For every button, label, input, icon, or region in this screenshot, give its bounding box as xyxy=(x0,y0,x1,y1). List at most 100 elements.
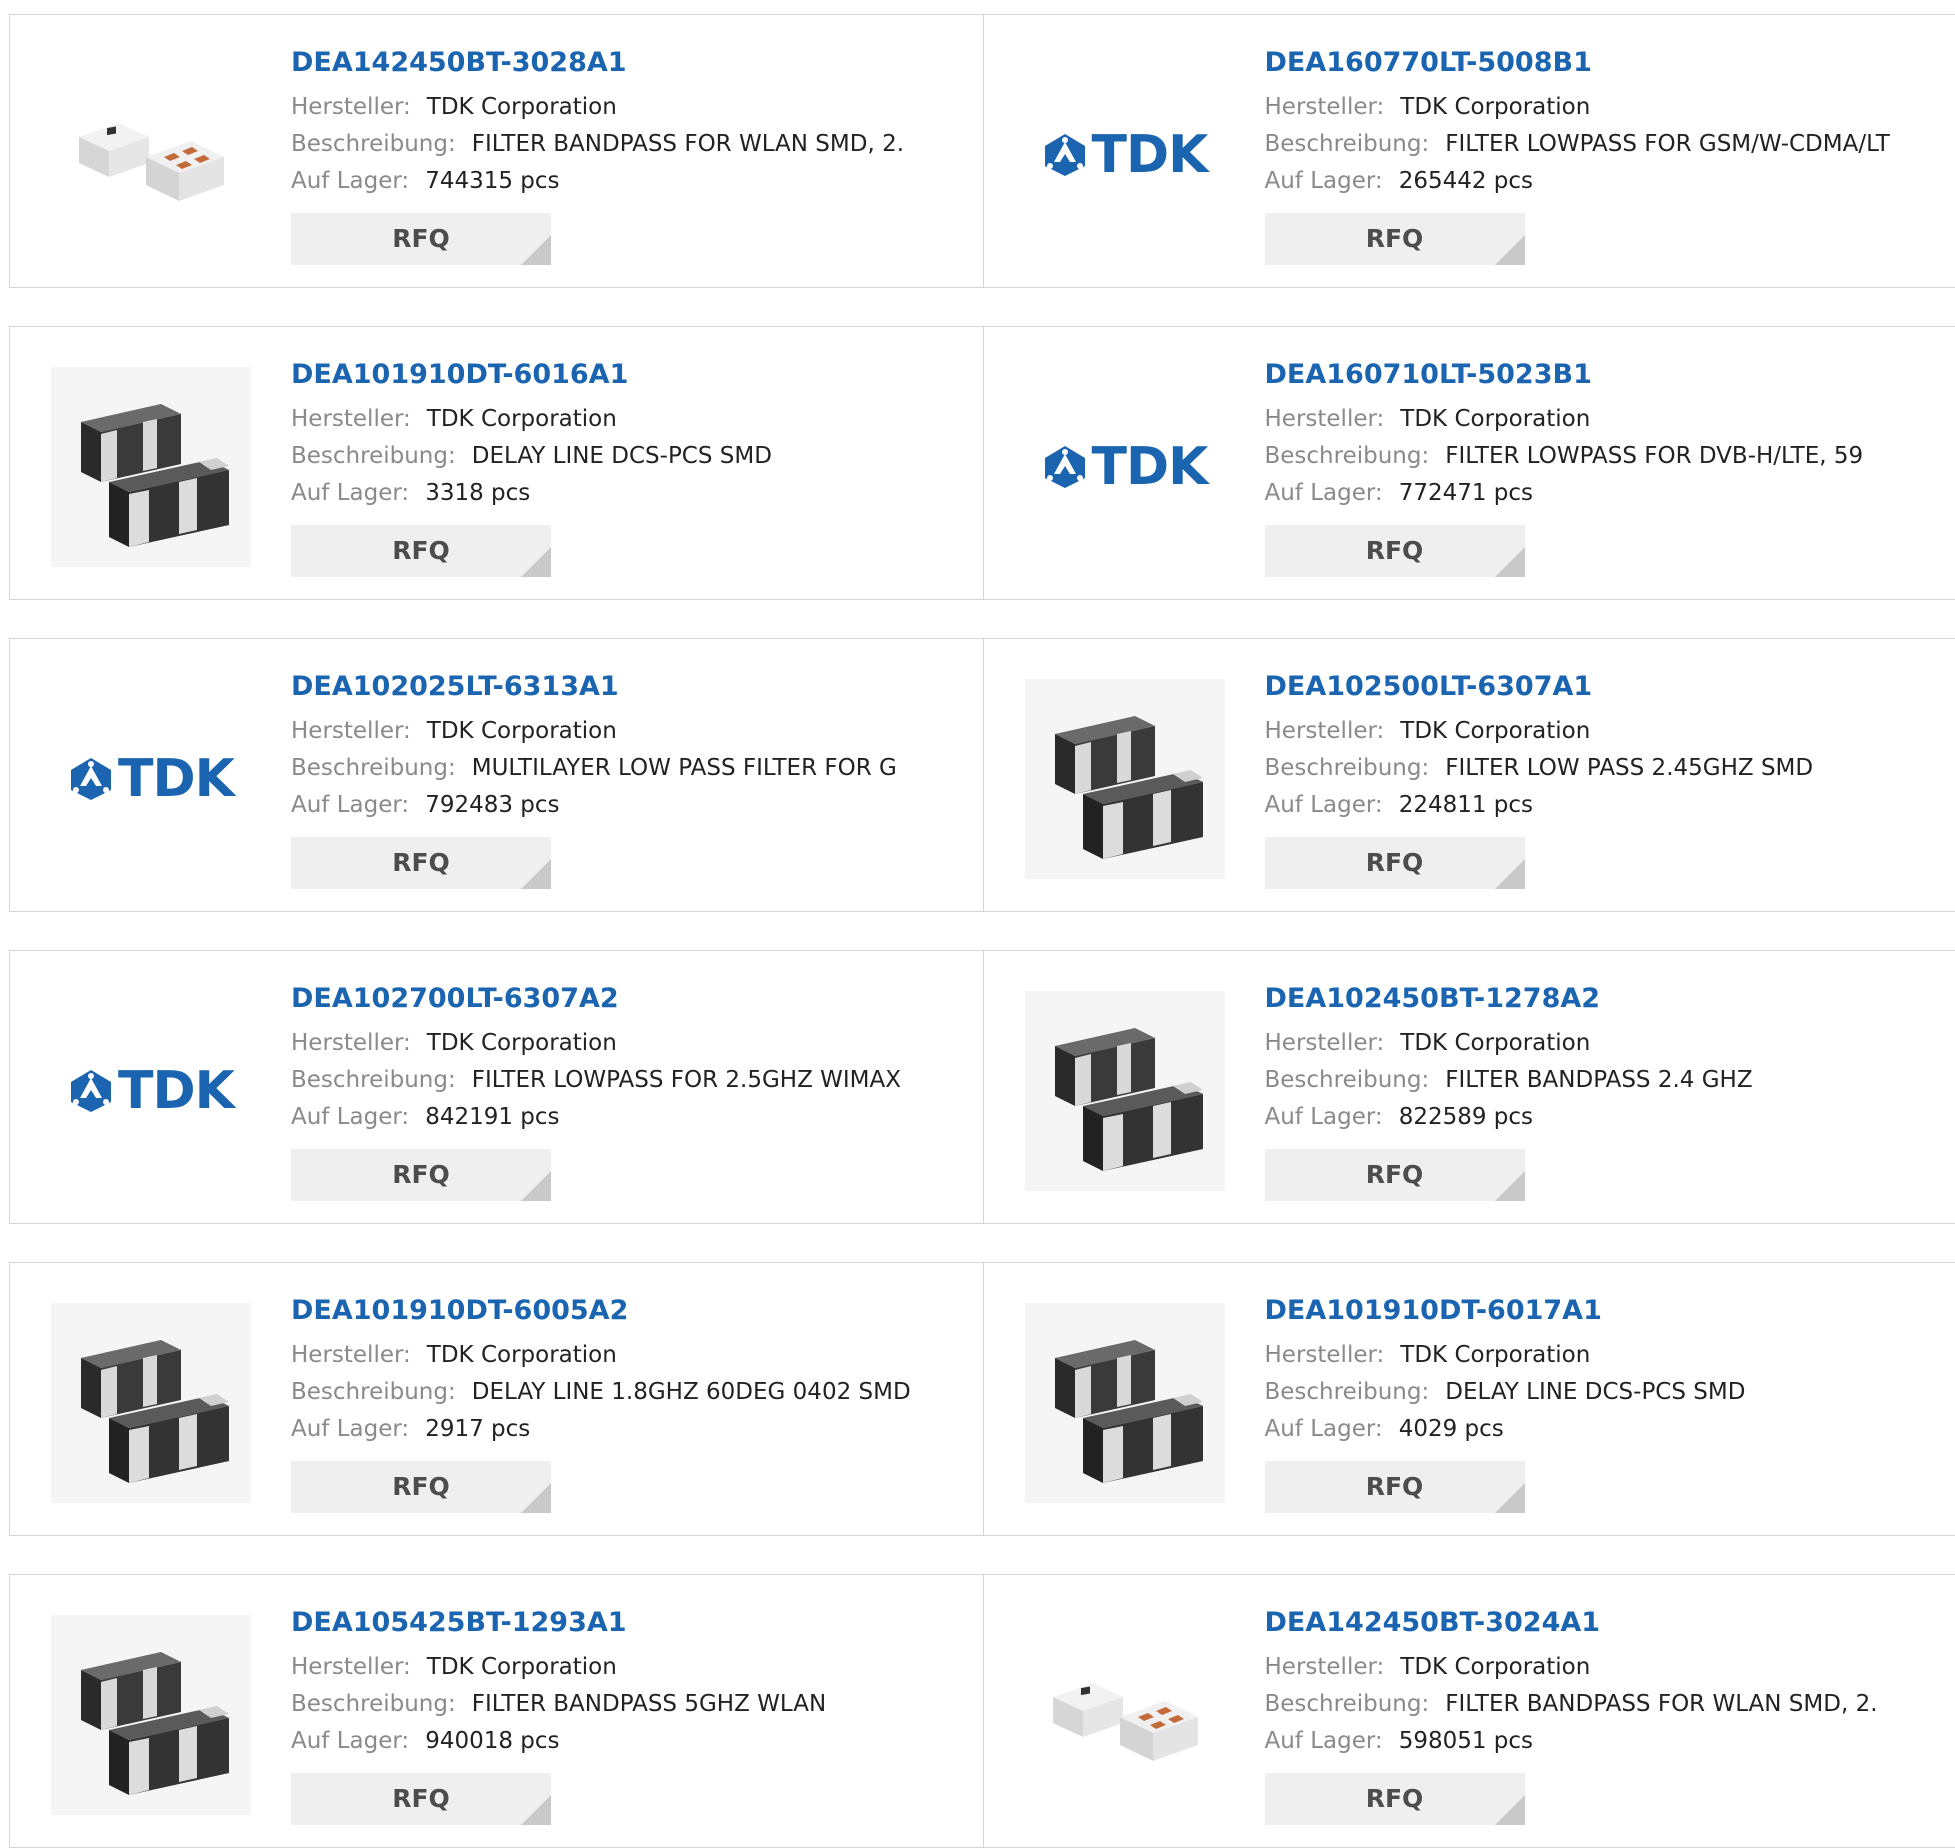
part-number-link[interactable]: DEA102450BT-1278A2 xyxy=(1265,981,1753,1017)
smd-component-image xyxy=(61,1625,241,1805)
part-number-link[interactable]: DEA160710LT-5023B1 xyxy=(1265,357,1864,393)
rfq-button[interactable]: RFQ xyxy=(1265,837,1525,889)
stock-row: Auf Lager:792483 pcs xyxy=(291,787,897,824)
product-thumbnail[interactable] xyxy=(51,1615,251,1815)
smd-component-image xyxy=(61,95,241,215)
description-value: DELAY LINE DCS-PCS SMD xyxy=(1445,1379,1745,1405)
rfq-button[interactable]: RFQ xyxy=(291,525,551,577)
manufacturer-label: Hersteller: xyxy=(291,718,411,744)
product-thumbnail[interactable]: TDK xyxy=(51,991,251,1191)
stock-label: Auf Lager: xyxy=(291,1104,409,1130)
description-value: MULTILAYER LOW PASS FILTER FOR G xyxy=(472,755,897,781)
manufacturer-value: TDK Corporation xyxy=(427,94,617,120)
description-row: Beschreibung:FILTER BANDPASS FOR WLAN SM… xyxy=(1265,1686,1878,1723)
product-thumbnail[interactable]: TDK xyxy=(1025,367,1225,567)
manufacturer-label: Hersteller: xyxy=(1265,1342,1385,1368)
part-number-link[interactable]: DEA102025LT-6313A1 xyxy=(291,669,897,705)
stock-value: 598051 pcs xyxy=(1399,1728,1533,1754)
stock-label: Auf Lager: xyxy=(1265,1728,1383,1754)
product-info: DEA160770LT-5008B1 Hersteller:TDK Corpor… xyxy=(1265,45,1890,265)
description-value: DELAY LINE 1.8GHZ 60DEG 0402 SMD xyxy=(472,1379,911,1405)
rfq-button[interactable]: RFQ xyxy=(1265,1461,1525,1513)
product-info: DEA105425BT-1293A1 Hersteller:TDK Corpor… xyxy=(291,1605,826,1825)
product-thumbnail[interactable]: TDK xyxy=(51,679,251,879)
part-number-link[interactable]: DEA142450BT-3028A1 xyxy=(291,45,904,81)
part-number-link[interactable]: DEA102700LT-6307A2 xyxy=(291,981,901,1017)
description-label: Beschreibung: xyxy=(1265,443,1430,469)
product-thumbnail[interactable] xyxy=(51,1303,251,1503)
description-label: Beschreibung: xyxy=(1265,1067,1430,1093)
rfq-button[interactable]: RFQ xyxy=(291,213,551,265)
manufacturer-value: TDK Corporation xyxy=(427,1654,617,1680)
stock-value: 4029 pcs xyxy=(1399,1416,1504,1442)
product-info: DEA101910DT-6016A1 Hersteller:TDK Corpor… xyxy=(291,357,772,577)
product-row: DEA142450BT-3028A1 Hersteller:TDK Corpor… xyxy=(9,14,1955,288)
product-card: DEA102450BT-1278A2 Hersteller:TDK Corpor… xyxy=(983,951,1955,1223)
part-number-link[interactable]: DEA101910DT-6016A1 xyxy=(291,357,772,393)
product-thumbnail[interactable]: TDK xyxy=(1025,55,1225,255)
rfq-button[interactable]: RFQ xyxy=(291,1773,551,1825)
tdk-emblem-icon xyxy=(68,756,114,802)
product-thumbnail[interactable] xyxy=(51,367,251,567)
rfq-button[interactable]: RFQ xyxy=(291,837,551,889)
description-value: FILTER BANDPASS FOR WLAN SMD, 2. xyxy=(1445,1691,1877,1717)
description-row: Beschreibung:FILTER BANDPASS 2.4 GHZ xyxy=(1265,1062,1753,1099)
product-thumbnail[interactable] xyxy=(1025,991,1225,1191)
product-thumbnail[interactable] xyxy=(1025,1303,1225,1503)
product-info: DEA102450BT-1278A2 Hersteller:TDK Corpor… xyxy=(1265,981,1753,1201)
rfq-button[interactable]: RFQ xyxy=(1265,213,1525,265)
product-card: DEA101910DT-6016A1 Hersteller:TDK Corpor… xyxy=(10,327,983,599)
rfq-button[interactable]: RFQ xyxy=(1265,525,1525,577)
smd-component-image xyxy=(61,1313,241,1493)
part-number-link[interactable]: DEA160770LT-5008B1 xyxy=(1265,45,1890,81)
manufacturer-row: Hersteller:TDK Corporation xyxy=(1265,713,1814,750)
tdk-emblem-icon xyxy=(1042,444,1088,490)
rfq-button[interactable]: RFQ xyxy=(1265,1773,1525,1825)
description-label: Beschreibung: xyxy=(291,443,456,469)
product-thumbnail[interactable] xyxy=(1025,1615,1225,1815)
manufacturer-label: Hersteller: xyxy=(1265,718,1385,744)
tdk-logo: TDK xyxy=(68,1061,234,1121)
part-number-link[interactable]: DEA101910DT-6017A1 xyxy=(1265,1293,1746,1329)
description-label: Beschreibung: xyxy=(1265,131,1430,157)
description-label: Beschreibung: xyxy=(291,755,456,781)
product-row: DEA105425BT-1293A1 Hersteller:TDK Corpor… xyxy=(9,1574,1955,1848)
description-row: Beschreibung: DELAY LINE DCS-PCS SMD xyxy=(291,438,772,475)
manufacturer-label: Hersteller: xyxy=(1265,1030,1385,1056)
tdk-logo-text: TDK xyxy=(1092,125,1208,185)
stock-label: Auf Lager: xyxy=(291,480,409,506)
product-card: DEA142450BT-3024A1 Hersteller:TDK Corpor… xyxy=(983,1575,1955,1847)
stock-row: Auf Lager:224811 pcs xyxy=(1265,787,1814,824)
description-label: Beschreibung: xyxy=(291,1691,456,1717)
stock-value: 940018 pcs xyxy=(425,1728,559,1754)
tdk-logo-text: TDK xyxy=(118,1061,234,1121)
description-row: Beschreibung:FILTER BANDPASS FOR WLAN SM… xyxy=(291,126,904,163)
smd-component-image xyxy=(1035,1655,1215,1775)
description-row: Beschreibung:FILTER BANDPASS 5GHZ WLAN xyxy=(291,1686,826,1723)
product-card: DEA105425BT-1293A1 Hersteller:TDK Corpor… xyxy=(10,1575,983,1847)
manufacturer-row: Hersteller:TDK Corporation xyxy=(1265,1025,1753,1062)
part-number-link[interactable]: DEA105425BT-1293A1 xyxy=(291,1605,826,1641)
description-value: DELAY LINE DCS-PCS SMD xyxy=(472,443,772,469)
product-thumbnail[interactable] xyxy=(1025,679,1225,879)
manufacturer-row: Hersteller:TDK Corporation xyxy=(291,1025,901,1062)
manufacturer-value: TDK Corporation xyxy=(427,406,617,432)
stock-value: 2917 pcs xyxy=(425,1416,530,1442)
stock-row: Auf Lager:4029 pcs xyxy=(1265,1411,1746,1448)
rfq-button[interactable]: RFQ xyxy=(291,1461,551,1513)
manufacturer-row: Hersteller:TDK Corporation xyxy=(291,401,772,438)
description-row: Beschreibung:DELAY LINE 1.8GHZ 60DEG 040… xyxy=(291,1374,911,1411)
product-thumbnail[interactable] xyxy=(51,55,251,255)
stock-label: Auf Lager: xyxy=(291,1728,409,1754)
product-info: DEA102025LT-6313A1 Hersteller:TDK Corpor… xyxy=(291,669,897,889)
part-number-link[interactable]: DEA102500LT-6307A1 xyxy=(1265,669,1814,705)
part-number-link[interactable]: DEA101910DT-6005A2 xyxy=(291,1293,911,1329)
rfq-button[interactable]: RFQ xyxy=(1265,1149,1525,1201)
part-number-link[interactable]: DEA142450BT-3024A1 xyxy=(1265,1605,1878,1641)
rfq-button[interactable]: RFQ xyxy=(291,1149,551,1201)
description-row: Beschreibung: MULTILAYER LOW PASS FILTER … xyxy=(291,750,897,787)
manufacturer-label: Hersteller: xyxy=(291,1030,411,1056)
stock-row: Auf Lager:2917 pcs xyxy=(291,1411,911,1448)
product-card: DEA142450BT-3028A1 Hersteller:TDK Corpor… xyxy=(10,15,983,287)
product-card: DEA101910DT-6005A2 Hersteller:TDK Corpor… xyxy=(10,1263,983,1535)
